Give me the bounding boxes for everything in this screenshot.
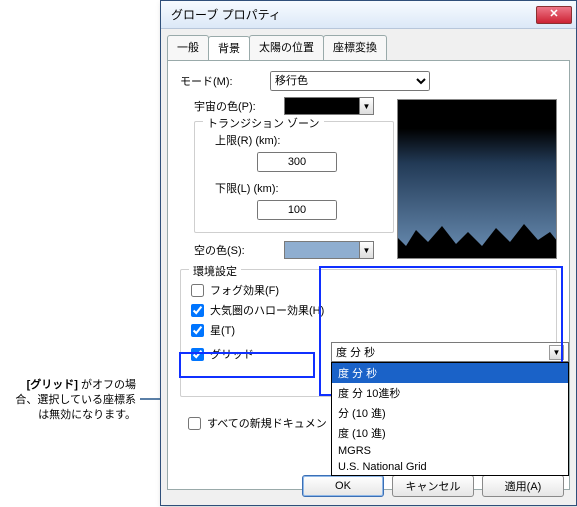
close-button[interactable]: ✕ <box>536 6 572 24</box>
ok-button[interactable]: OK <box>302 475 384 497</box>
space-color-swatch <box>285 98 359 114</box>
environment-group: 環境設定 フォグ効果(F) 大気圏のハロー効果(H) 星(T) グリッド <box>180 269 557 397</box>
transition-legend: トランジション ゾーン <box>203 115 324 131</box>
callout-text: [グリッド] がオフの場合、選択している座標系は無効になります。 <box>6 378 136 423</box>
tab-sun-position[interactable]: 太陽の位置 <box>249 35 324 60</box>
grid-option[interactable]: MGRS <box>332 443 568 459</box>
halo-label: 大気圏のハロー効果(H) <box>210 302 324 318</box>
fog-row[interactable]: フォグ効果(F) <box>191 282 546 298</box>
tab-coord-transform[interactable]: 座標変換 <box>323 35 387 60</box>
globe-properties-dialog: グローブ プロパティ ✕ 一般 背景 太陽の位置 座標変換 モード(M): 移行… <box>160 0 577 506</box>
grid-option[interactable]: 度 分 10進秒 <box>332 383 568 403</box>
grid-option[interactable]: 分 (10 進) <box>332 403 568 423</box>
grid-option[interactable]: 度 分 秒 <box>332 363 568 383</box>
grid-dropdown-list[interactable]: 度 分 秒度 分 10進秒分 (10 進)度 (10 進)MGRSU.S. Na… <box>331 362 569 476</box>
all-new-documents-label: すべての新規ドキュメン <box>207 415 327 431</box>
tab-bar: 一般 背景 太陽の位置 座標変換 <box>161 29 576 60</box>
stars-checkbox[interactable] <box>191 324 204 337</box>
terrain-silhouette <box>398 218 557 258</box>
dialog-title: グローブ プロパティ <box>171 6 536 23</box>
sky-color-swatch <box>285 242 359 258</box>
grid-option[interactable]: 度 (10 進) <box>332 423 568 443</box>
sky-preview <box>397 99 557 259</box>
chevron-down-icon: ▼ <box>359 98 373 114</box>
transition-zone-group: トランジション ゾーン 上限(R) (km): 下限(L) (km): <box>194 121 394 233</box>
grid-row[interactable]: グリッド <box>191 346 254 362</box>
mode-label: モード(M): <box>180 73 270 89</box>
tab-background[interactable]: 背景 <box>208 36 250 61</box>
apply-button[interactable]: 適用(A) <box>482 475 564 497</box>
stars-row[interactable]: 星(T) <box>191 322 546 338</box>
environment-legend: 環境設定 <box>189 263 241 279</box>
dialog-button-bar: OK キャンセル 適用(A) <box>161 475 576 497</box>
chevron-down-icon: ▼ <box>549 345 564 360</box>
space-color-label: 宇宙の色(P): <box>194 98 284 114</box>
all-new-documents-checkbox[interactable] <box>188 417 201 430</box>
callout-strong: [グリッド] <box>27 379 78 391</box>
fog-checkbox[interactable] <box>191 284 204 297</box>
upper-input[interactable] <box>257 152 337 172</box>
halo-row[interactable]: 大気圏のハロー効果(H) <box>191 302 546 318</box>
lower-label: 下限(L) (km): <box>215 180 383 196</box>
fog-label: フォグ効果(F) <box>210 282 279 298</box>
all-new-documents-row[interactable]: すべての新規ドキュメン <box>188 415 327 431</box>
sky-color-label: 空の色(S): <box>194 242 284 258</box>
upper-label: 上限(R) (km): <box>215 132 383 148</box>
mode-select[interactable]: 移行色 <box>270 71 430 91</box>
chevron-down-icon: ▼ <box>359 242 373 258</box>
sky-color-picker[interactable]: ▼ <box>284 241 374 259</box>
background-page: モード(M): 移行色 宇宙の色(P): ▼ トランジション ゾーン 上限(R)… <box>167 60 570 490</box>
grid-select[interactable]: 度 分 秒 ▼ <box>331 342 569 362</box>
cancel-button[interactable]: キャンセル <box>392 475 474 497</box>
lower-input[interactable] <box>257 200 337 220</box>
space-color-picker[interactable]: ▼ <box>284 97 374 115</box>
grid-option[interactable]: U.S. National Grid <box>332 459 568 475</box>
titlebar: グローブ プロパティ ✕ <box>161 1 576 29</box>
grid-label: グリッド <box>210 346 254 362</box>
tab-general[interactable]: 一般 <box>167 35 209 60</box>
halo-checkbox[interactable] <box>191 304 204 317</box>
grid-select-value: 度 分 秒 <box>336 344 375 360</box>
grid-checkbox[interactable] <box>191 348 204 361</box>
stars-label: 星(T) <box>210 322 235 338</box>
